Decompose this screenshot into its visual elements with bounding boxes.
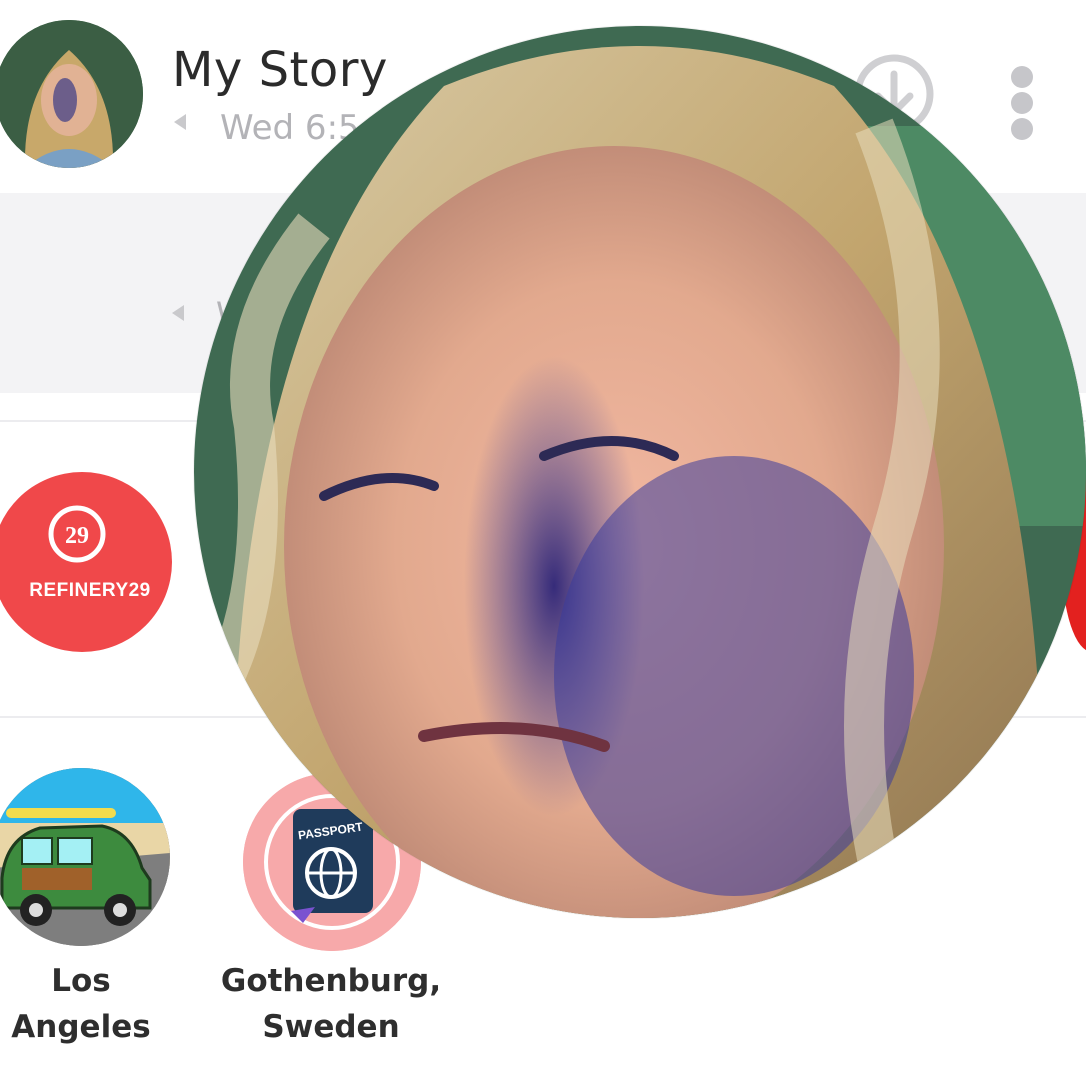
profile-photo-image — [194, 26, 1086, 918]
zoomed-profile-photo[interactable] — [194, 26, 1086, 918]
back-arrow-icon — [174, 114, 186, 130]
story-label-los-angeles: Los Angeles — [11, 963, 151, 1045]
user-avatar[interactable] — [0, 20, 143, 168]
story-tile-los-angeles[interactable] — [0, 768, 170, 946]
refinery29-logo-text: 29 — [65, 523, 89, 549]
refinery29-logo-icon: 29 — [48, 505, 106, 563]
more-vertical-icon[interactable] — [1010, 66, 1034, 140]
page-title: My Story — [172, 42, 388, 98]
story-label-gothenburg: Gothenburg, Sweden — [220, 963, 442, 1045]
back-arrow-icon — [172, 305, 184, 321]
car-icon — [0, 768, 170, 946]
user-avatar-icon — [0, 20, 143, 168]
refinery29-label: REFINERY29 — [29, 580, 151, 601]
discover-refinery29[interactable]: 29 REFINERY29 — [0, 472, 172, 652]
